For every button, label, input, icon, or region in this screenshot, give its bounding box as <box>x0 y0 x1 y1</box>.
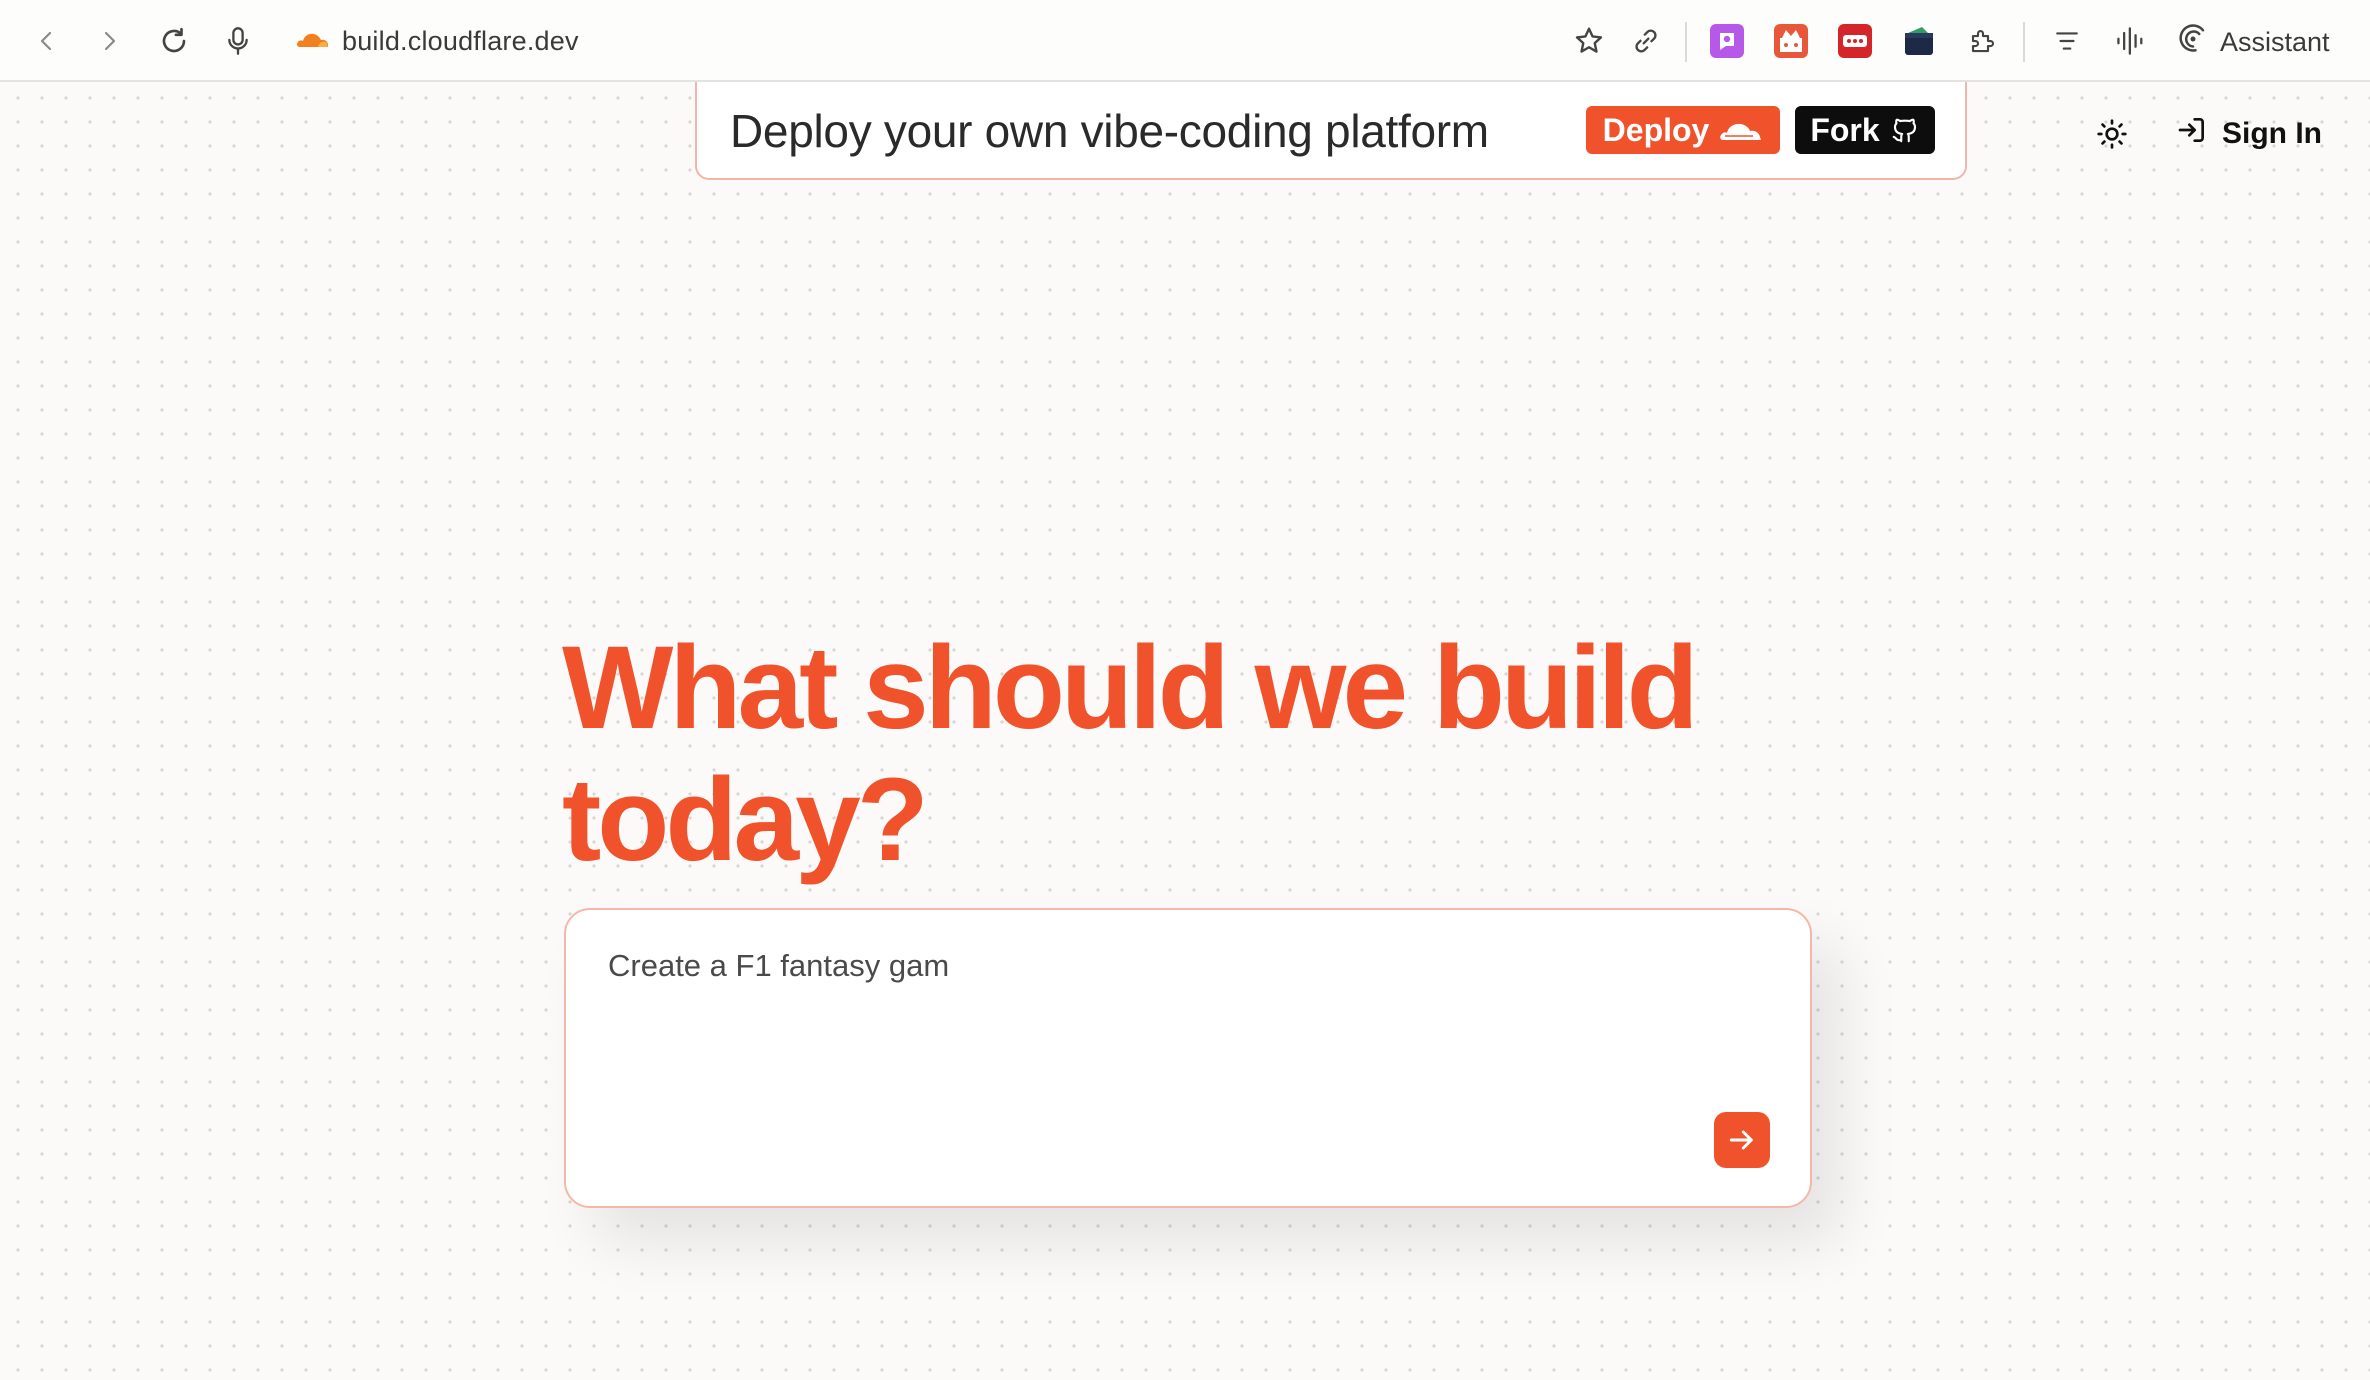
sign-in-icon <box>2176 114 2208 154</box>
extension-purple-icon[interactable] <box>1710 24 1744 58</box>
prompt-text[interactable]: Create a F1 fantasy gam <box>608 948 949 984</box>
extension-wallet-icon[interactable] <box>1902 24 1936 58</box>
bookmark-star-icon[interactable] <box>1568 20 1610 62</box>
fork-button[interactable]: Fork <box>1795 106 1935 154</box>
toolbar-divider <box>1685 22 1687 62</box>
audio-waveform-icon[interactable] <box>2110 20 2152 62</box>
extension-password-icon[interactable] <box>1838 24 1872 58</box>
url-text: build.cloudflare.dev <box>342 25 579 56</box>
github-icon <box>1890 115 1920 145</box>
assistant-icon <box>2178 23 2208 61</box>
cloud-icon <box>1719 117 1763 143</box>
theme-toggle-sun-icon[interactable] <box>2090 112 2134 156</box>
microphone-icon[interactable] <box>217 20 259 62</box>
sign-in-button[interactable]: Sign In <box>2176 110 2322 158</box>
fork-label: Fork <box>1810 111 1880 148</box>
send-button[interactable] <box>1714 1112 1770 1168</box>
cloudflare-favicon <box>296 29 330 54</box>
assistant-button[interactable]: Assistant <box>2178 20 2330 64</box>
toolbar-divider <box>2023 22 2025 62</box>
page-canvas: Deploy your own vibe-coding platform Dep… <box>0 82 2370 1380</box>
reading-list-icon[interactable] <box>2046 20 2088 62</box>
forward-icon[interactable] <box>88 20 130 62</box>
deploy-banner: Deploy your own vibe-coding platform Dep… <box>695 82 1967 180</box>
hero-headline: What should we build today? <box>562 622 1699 886</box>
extension-orange-icon[interactable] <box>1774 24 1808 58</box>
address-bar[interactable]: build.cloudflare.dev <box>296 19 579 63</box>
prompt-input[interactable]: Create a F1 fantasy gam <box>564 908 1812 1208</box>
assistant-label: Assistant <box>2220 26 2330 57</box>
reload-icon[interactable] <box>153 20 195 62</box>
arrow-right-icon <box>1729 1130 1753 1150</box>
extensions-icon[interactable] <box>1962 20 2004 62</box>
banner-text: Deploy your own vibe-coding platform <box>730 105 1489 157</box>
sign-in-label: Sign In <box>2222 117 2322 150</box>
deploy-button[interactable]: Deploy <box>1586 106 1780 154</box>
back-icon[interactable] <box>26 20 68 62</box>
deploy-label: Deploy <box>1602 111 1710 148</box>
share-link-icon[interactable] <box>1625 20 1667 62</box>
browser-toolbar: build.cloudflare.dev Assistant <box>0 0 2370 82</box>
